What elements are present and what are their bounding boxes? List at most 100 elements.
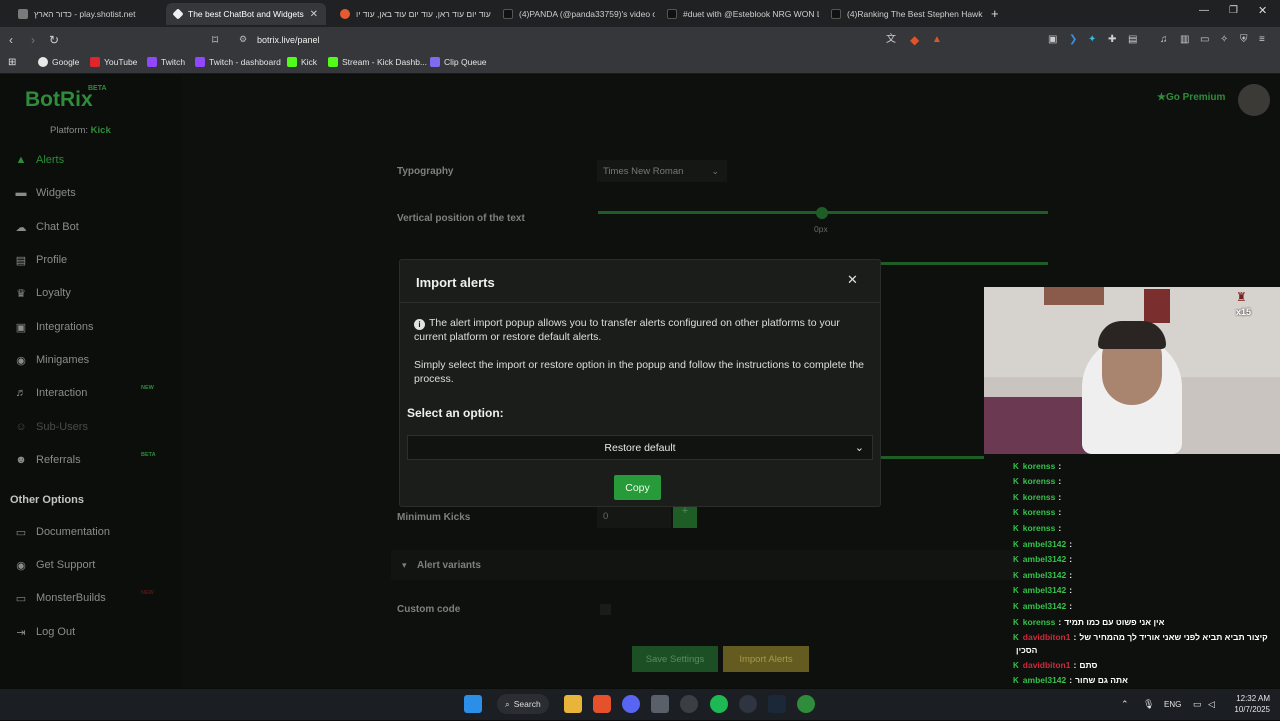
bookmark-twitch-dashboard[interactable]: Twitch - dashboard <box>195 57 281 67</box>
bookmark-youtube[interactable]: YouTube <box>90 57 137 67</box>
kick-badge-icon: K <box>1013 523 1019 533</box>
extension-icon[interactable]: ✦ <box>1088 33 1096 47</box>
bookmark-clip-queue[interactable]: Clip Queue <box>430 57 487 67</box>
typography-value: Times New Roman <box>603 165 684 177</box>
tab-tiktok-ranking[interactable]: (4)Ranking The Best Stephen Hawkin <box>823 3 983 25</box>
sidebar-item-get-support[interactable]: ◉ Get Support <box>14 556 95 574</box>
bookmark-google[interactable]: Google <box>38 57 79 67</box>
sidebar-item-label: Interaction <box>36 387 88 399</box>
save-settings-button[interactable]: Save Settings <box>632 646 718 672</box>
file-explorer-icon[interactable] <box>564 695 582 713</box>
leo-ai-icon[interactable]: ✧ <box>1220 33 1228 47</box>
sidebar-item-referrals[interactable]: ☻ Referrals <box>14 451 80 469</box>
extension-icon[interactable]: ▣ <box>1048 33 1057 47</box>
monitor-icon: ▭ <box>15 592 27 605</box>
twitch-icon <box>195 57 205 67</box>
close-window-icon[interactable]: ✕ <box>1258 4 1267 17</box>
brave-rewards-icon[interactable]: ▲ <box>932 33 942 47</box>
botrix-logo[interactable]: BotRix <box>25 88 93 112</box>
brave-shield-icon[interactable]: ◆ <box>910 33 919 47</box>
clip-queue-icon <box>430 57 440 67</box>
chat-separator: : <box>1069 675 1073 685</box>
extensions-puzzle-icon[interactable]: ✚ <box>1108 33 1116 47</box>
clock-time[interactable]: 12:32 AM <box>1234 694 1270 703</box>
taskbar-search[interactable]: ⌕ Search <box>497 694 549 714</box>
sidebar-item-interaction[interactable]: ♬ Interaction <box>14 384 88 402</box>
chat-separator: : <box>1069 554 1073 564</box>
address-bar[interactable]: ⚙ botrix.live/panel <box>230 31 956 49</box>
tab-tiktok-panda[interactable]: (4)PANDA (@panda33759)'s video of <box>495 3 655 25</box>
slider-track[interactable] <box>881 456 984 459</box>
windows-start-icon[interactable] <box>464 695 482 713</box>
sidebar-item-widgets[interactable]: ▬ Widgets <box>14 184 76 202</box>
slider-thumb[interactable] <box>816 207 828 219</box>
alert-variants-row[interactable] <box>391 550 1021 580</box>
translate-icon[interactable]: 文 <box>886 33 896 47</box>
sidebar-item-monsterbuilds[interactable]: ▭ MonsterBuilds <box>14 589 106 607</box>
close-tab-icon[interactable]: ✕ <box>304 9 318 20</box>
tab-botrix[interactable]: The best ChatBot and Widgets f ✕ <box>166 3 326 25</box>
language-indicator[interactable]: ENG <box>1164 700 1181 709</box>
sidebar-item-sub-users[interactable]: ☺ Sub-Users <box>14 418 88 436</box>
tray-chevron-icon[interactable]: ⌃ <box>1121 699 1129 710</box>
bookmark-kick[interactable]: Kick <box>287 57 317 67</box>
sidebar-item-alerts[interactable]: ▲ Alerts <box>14 151 65 169</box>
import-option-select[interactable]: Restore default ⌄ <box>407 435 873 460</box>
sidebar-item-profile[interactable]: ▤ Profile <box>14 251 67 269</box>
app-icon[interactable] <box>739 695 757 713</box>
extension-icon[interactable]: ❯ <box>1069 33 1077 47</box>
obs-icon[interactable] <box>680 695 698 713</box>
tab-tiktok-duet[interactable]: #duet with @Esteblook NRG WON L <box>659 3 819 25</box>
media-icon[interactable]: ♫ <box>1160 33 1168 47</box>
chat-line: Kkorenss: <box>1013 523 1061 533</box>
sidebar-item-minigames[interactable]: ◉ Minigames <box>14 351 89 369</box>
site-info-icon[interactable]: ⚙ <box>239 34 247 45</box>
copy-button[interactable]: Copy <box>614 475 661 500</box>
plus-button[interactable]: + <box>673 506 697 528</box>
microphone-icon[interactable]: 🎙 <box>1143 699 1154 710</box>
spotify-icon[interactable] <box>710 695 728 713</box>
minimum-kicks-input[interactable]: 0 <box>597 506 671 528</box>
brave-browser-icon[interactable] <box>593 695 611 713</box>
menu-icon[interactable]: ≡ <box>1259 33 1265 47</box>
discord-icon[interactable] <box>622 695 640 713</box>
vpn-icon[interactable]: ⛨ <box>1240 33 1248 47</box>
bookmark-label: YouTube <box>104 57 138 67</box>
import-alerts-button[interactable]: Import Alerts <box>723 646 809 672</box>
tab-shotist[interactable]: כדור הארץ - play.shotist.net <box>10 3 170 25</box>
sidebar-item-loyalty[interactable]: ♛ Loyalty <box>14 284 71 302</box>
typography-select[interactable]: Times New Roman ⌄ <box>597 160 727 182</box>
network-icon[interactable]: ▭ <box>1193 699 1202 710</box>
back-icon[interactable]: ‹ <box>9 33 13 47</box>
minimize-icon[interactable]: — <box>1199 5 1209 16</box>
close-icon[interactable]: ✕ <box>847 272 858 288</box>
volume-icon[interactable]: ◁ <box>1208 699 1215 710</box>
sidebar-item-documentation[interactable]: ▭ Documentation <box>14 523 110 541</box>
bookmark-icon[interactable]: ⌑ <box>212 33 218 47</box>
clock-date[interactable]: 10/7/2025 <box>1228 705 1270 714</box>
forward-icon[interactable]: › <box>31 33 35 47</box>
tab-hebrew-video[interactable]: עוד יום עוד ראן, עוד יום עוד באן, עוד יו <box>332 3 492 25</box>
reload-icon[interactable]: ↻ <box>49 33 59 47</box>
go-premium-link[interactable]: ★Go Premium <box>1157 92 1225 103</box>
sidebar-toggle-icon[interactable]: ▥ <box>1180 33 1189 47</box>
app-icon[interactable] <box>797 695 815 713</box>
sidebar-item-label: Integrations <box>36 321 94 333</box>
modal-paragraph: The alert import popup allows you to tra… <box>414 317 840 343</box>
avatar[interactable] <box>1238 84 1270 116</box>
bookmark-kick-dashboard[interactable]: Stream - Kick Dashb... <box>328 57 427 67</box>
app-icon[interactable] <box>651 695 669 713</box>
sidebar-item-integrations[interactable]: ▣ Integrations <box>14 318 94 336</box>
apps-grid-icon[interactable]: ⊞ <box>8 57 16 68</box>
new-tab-icon[interactable]: + <box>991 6 999 21</box>
bookmark-twitch[interactable]: Twitch <box>147 57 185 67</box>
steam-icon[interactable] <box>768 695 786 713</box>
maximize-icon[interactable]: ❐ <box>1229 5 1238 16</box>
webcam-shelf <box>1044 287 1104 305</box>
sidebar-item-label: Sub-Users <box>36 421 88 433</box>
custom-code-checkbox[interactable] <box>600 604 611 615</box>
wallet-icon[interactable]: ▭ <box>1200 33 1209 47</box>
sidebar-item-chat-bot[interactable]: ☁ Chat Bot <box>14 218 79 236</box>
extension-icon[interactable]: ▤ <box>1128 33 1137 47</box>
sidebar-item-log-out[interactable]: ⇥ Log Out <box>14 623 75 641</box>
